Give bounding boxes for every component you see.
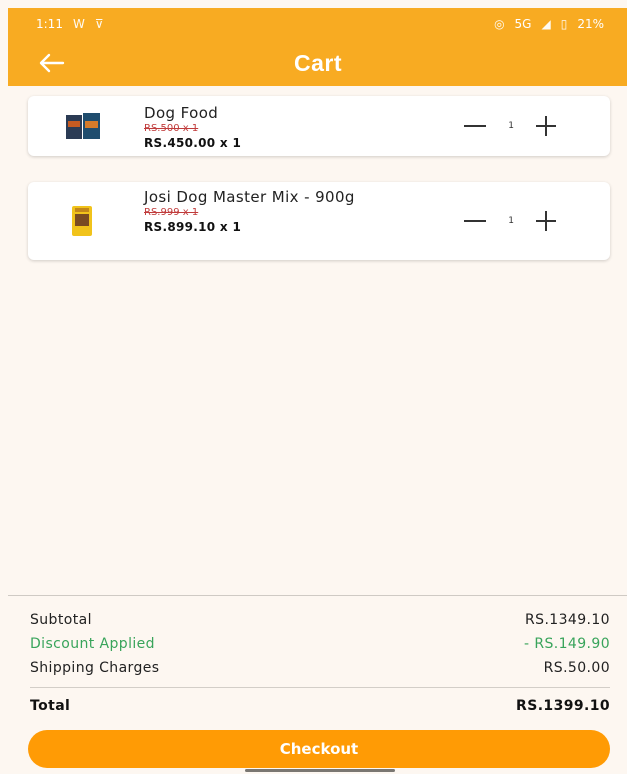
plus-icon	[536, 116, 556, 136]
order-summary: Subtotal RS.1349.10 Discount Applied - R…	[8, 595, 627, 774]
quantity-stepper: 1	[464, 116, 556, 136]
signal-icon: ◢	[541, 17, 551, 31]
wifi-calling-icon: W	[72, 17, 85, 31]
item-info: Josi Dog Master Mix - 900g RS.999 x 1 RS…	[144, 188, 404, 235]
app-bar: Cart	[8, 40, 627, 86]
back-button[interactable]	[36, 47, 68, 79]
network-type: 5G	[514, 17, 532, 31]
cart-item: Josi Dog Master Mix - 900g RS.999 x 1 RS…	[28, 182, 610, 260]
battery-level: 21%	[577, 17, 604, 31]
arrow-left-icon	[39, 53, 65, 73]
status-left: 1:11 W ⊽	[36, 17, 104, 31]
item-original-price: RS.999 x 1	[144, 207, 199, 218]
total-label: Total	[30, 698, 71, 714]
hotspot-icon: ◎	[494, 17, 505, 31]
shield-icon: ⊽	[94, 17, 104, 31]
page-title: Cart	[293, 49, 342, 76]
checkout-button[interactable]: Checkout	[28, 730, 610, 768]
minus-icon	[464, 220, 487, 222]
dog-food-product-image	[66, 113, 100, 139]
minus-icon	[464, 125, 487, 127]
subtotal-value: RS.1349.10	[525, 612, 610, 628]
item-original-price: RS.500 x 1	[144, 123, 199, 134]
increase-quantity-button[interactable]	[536, 211, 556, 231]
increase-quantity-button[interactable]	[536, 116, 556, 136]
total-value: RS.1399.10	[516, 698, 610, 714]
plus-icon	[536, 211, 556, 231]
subtotal-label: Subtotal	[30, 612, 92, 628]
discount-value: - RS.149.90	[524, 636, 610, 652]
total-row: Total RS.1399.10	[30, 698, 610, 714]
home-indicator	[245, 769, 395, 772]
dog-master-mix-product-image	[72, 206, 92, 236]
item-name: Josi Dog Master Mix - 900g	[144, 188, 355, 206]
status-bar: 1:11 W ⊽ ◎ 5G ◢ ▯ 21%	[8, 8, 627, 40]
status-right: ◎ 5G ◢ ▯ 21%	[494, 17, 604, 31]
discount-row: Discount Applied - RS.149.90	[30, 636, 610, 652]
item-quantity: 1	[508, 121, 514, 131]
shipping-row: Shipping Charges RS.50.00	[30, 660, 610, 676]
item-price: RS.899.10 x 1	[144, 220, 242, 234]
item-info: Dog Food RS.500 x 1 RS.450.00 x 1	[144, 104, 241, 151]
discount-label: Discount Applied	[30, 636, 155, 652]
decrease-quantity-button[interactable]	[464, 211, 487, 231]
shipping-label: Shipping Charges	[30, 660, 160, 676]
item-price: RS.450.00 x 1	[144, 136, 242, 150]
quantity-stepper: 1	[464, 211, 556, 231]
shipping-value: RS.50.00	[543, 660, 610, 676]
cart-item: Dog Food RS.500 x 1 RS.450.00 x 1 1	[28, 96, 610, 156]
summary-divider	[30, 687, 610, 688]
item-quantity: 1	[508, 216, 514, 226]
status-time: 1:11	[36, 17, 63, 31]
subtotal-row: Subtotal RS.1349.10	[30, 612, 610, 628]
item-name: Dog Food	[144, 104, 219, 122]
battery-icon: ▯	[560, 17, 568, 31]
decrease-quantity-button[interactable]	[464, 116, 487, 136]
